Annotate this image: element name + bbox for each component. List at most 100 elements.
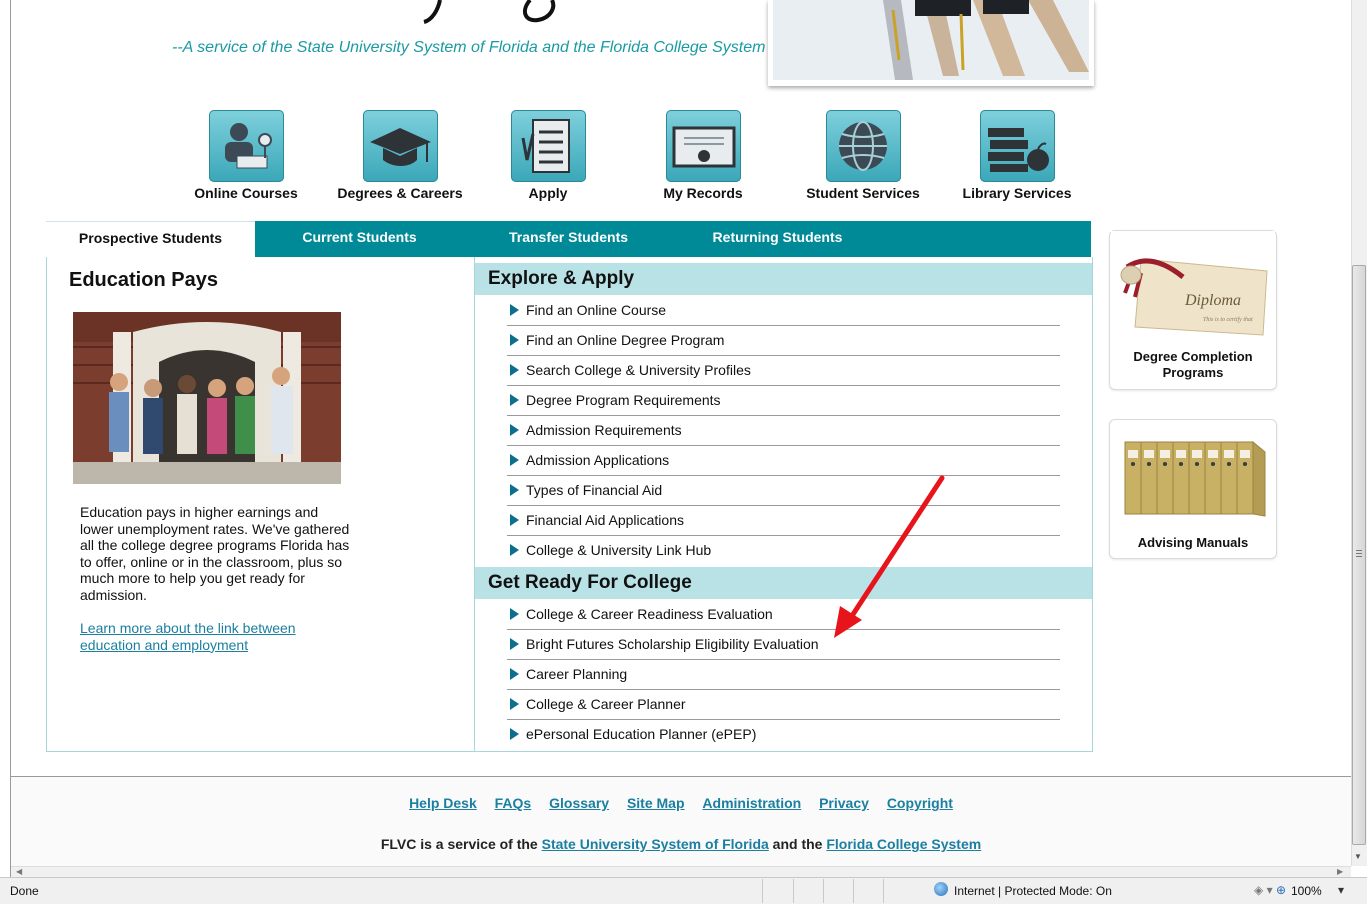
link-text: Types of Financial Aid <box>526 482 663 498</box>
link-text: Admission Applications <box>526 452 670 468</box>
triangle-bullet-icon <box>510 728 519 740</box>
security-zone-text: Internet | Protected Mode: On <box>954 884 1112 898</box>
nav-apply[interactable]: Apply <box>478 110 618 201</box>
internet-globe-icon <box>934 882 948 896</box>
suf-link[interactable]: State University System of Florida <box>542 836 769 852</box>
get-ready-heading: Get Ready For College <box>475 567 1092 599</box>
link-text: Degree Program Requirements <box>526 392 721 408</box>
advising-manuals-card[interactable]: Advising Manuals <box>1109 419 1277 559</box>
link-text: Admission Requirements <box>526 422 682 438</box>
nav-online-courses[interactable]: Online Courses <box>176 110 316 201</box>
tab-panel: Education Pays Education pays in higher … <box>46 257 1093 752</box>
link-text: Search College & University Profiles <box>526 362 751 378</box>
browser-status-bar: Done Internet | Protected Mode: On ◈ ▾ ⊕… <box>0 877 1367 904</box>
triangle-bullet-icon <box>510 484 519 496</box>
books-apple-icon <box>979 110 1055 182</box>
site-logo-fragment <box>423 0 556 24</box>
status-panes <box>762 879 933 903</box>
link-bright-futures[interactable]: Bright Futures Scholarship Eligibility E… <box>507 630 1060 660</box>
triangle-bullet-icon <box>510 668 519 680</box>
footer-links: Help Desk FAQs Glossary Site Map Adminis… <box>11 795 1351 811</box>
nav-label: Online Courses <box>194 185 298 201</box>
education-employment-link[interactable]: Learn more about the link between educat… <box>80 620 350 653</box>
nav-label: My Records <box>663 185 743 201</box>
zoom-level[interactable]: 100% <box>1291 884 1322 898</box>
zoom-dropdown-icon[interactable]: ▾ <box>1338 883 1344 897</box>
protected-mode-icon[interactable]: ◈ ▾ <box>1254 883 1273 897</box>
site-tagline: --A service of the State University Syst… <box>172 39 766 56</box>
link-text: College & Career Planner <box>526 696 686 712</box>
nav-label: Student Services <box>806 185 920 201</box>
footer-link-faqs[interactable]: FAQs <box>495 795 532 811</box>
fcs-link[interactable]: Florida College System <box>826 836 981 852</box>
window-frame-left <box>10 0 11 877</box>
footer-link-site-map[interactable]: Site Map <box>627 795 685 811</box>
link-epep[interactable]: ePersonal Education Planner (ePEP) <box>507 720 1060 749</box>
link-text: Find an Online Course <box>526 302 667 318</box>
triangle-bullet-icon <box>510 334 519 346</box>
nav-library-services[interactable]: Library Services <box>947 110 1087 201</box>
link-admission-requirements[interactable]: Admission Requirements <box>507 416 1060 446</box>
graduates-photo-art <box>773 0 1089 80</box>
vertical-scrollbar-thumb[interactable] <box>1352 265 1366 845</box>
triangle-bullet-icon <box>510 608 519 620</box>
link-find-online-degree[interactable]: Find an Online Degree Program <box>507 326 1060 356</box>
zoom-icon: ⊕ <box>1276 883 1287 897</box>
triangle-bullet-icon <box>510 544 519 556</box>
link-search-profiles[interactable]: Search College & University Profiles <box>507 356 1060 386</box>
tab-returning-students[interactable]: Returning Students <box>673 221 882 257</box>
nav-degrees-careers[interactable]: Degrees & Careers <box>330 110 470 201</box>
globe-icon <box>825 110 901 182</box>
degree-completion-card[interactable]: Diploma This is to certify that Degree C… <box>1109 230 1277 390</box>
status-text: Done <box>10 884 39 898</box>
link-degree-requirements[interactable]: Degree Program Requirements <box>507 386 1060 416</box>
degree-completion-label: Degree Completion Programs <box>1133 349 1253 380</box>
triangle-bullet-icon <box>510 304 519 316</box>
link-text: ePersonal Education Planner (ePEP) <box>526 726 757 742</box>
link-text: College & University Link Hub <box>526 542 712 558</box>
binders-icon <box>1124 440 1266 517</box>
footer: Help Desk FAQs Glossary Site Map Adminis… <box>11 776 1351 878</box>
triangle-bullet-icon <box>510 514 519 526</box>
service-prefix: FLVC is a service of the <box>380 836 542 852</box>
graduates-photo <box>768 0 1094 86</box>
graduation-cap-icon <box>362 110 438 182</box>
link-text: Bright Futures Scholarship Eligibility E… <box>526 636 819 652</box>
footer-link-privacy[interactable]: Privacy <box>819 795 869 811</box>
link-college-career-planner[interactable]: College & Career Planner <box>507 690 1060 720</box>
link-text: College & Career Readiness Evaluation <box>526 606 773 622</box>
service-middle: and the <box>768 836 827 852</box>
nav-student-services[interactable]: Student Services <box>793 110 933 201</box>
footer-link-administration[interactable]: Administration <box>702 795 801 811</box>
triangle-bullet-icon <box>510 698 519 710</box>
scroll-left-arrow-icon[interactable]: ◀ <box>16 867 22 876</box>
nav-my-records[interactable]: My Records <box>633 110 773 201</box>
nav-label: Library Services <box>962 185 1072 201</box>
diploma-icon: Diploma This is to certify that <box>1111 231 1275 343</box>
tab-current-students[interactable]: Current Students <box>255 221 464 257</box>
footer-link-copyright[interactable]: Copyright <box>887 795 953 811</box>
education-pays-body: Education pays in higher earnings and lo… <box>80 504 350 603</box>
link-types-financial-aid[interactable]: Types of Financial Aid <box>507 476 1060 506</box>
link-link-hub[interactable]: College & University Link Hub <box>507 536 1060 565</box>
advising-manuals-label: Advising Manuals <box>1137 535 1249 550</box>
footer-link-help-desk[interactable]: Help Desk <box>409 795 477 811</box>
link-text: Find an Online Degree Program <box>526 332 725 348</box>
nav-label: Degrees & Careers <box>337 185 463 201</box>
diploma-image-text: Diploma <box>1184 292 1241 309</box>
tab-transfer-students[interactable]: Transfer Students <box>464 221 673 257</box>
scroll-down-arrow-icon[interactable]: ▼ <box>1354 852 1362 861</box>
link-financial-aid-applications[interactable]: Financial Aid Applications <box>507 506 1060 536</box>
link-career-planning[interactable]: Career Planning <box>507 660 1060 690</box>
scroll-right-arrow-icon[interactable]: ▶ <box>1337 867 1343 876</box>
explore-apply-heading: Explore & Apply <box>475 263 1092 295</box>
link-admission-applications[interactable]: Admission Applications <box>507 446 1060 476</box>
link-find-online-course[interactable]: Find an Online Course <box>507 296 1060 326</box>
footer-link-glossary[interactable]: Glossary <box>549 795 609 811</box>
students-photo <box>73 312 341 484</box>
triangle-bullet-icon <box>510 364 519 376</box>
link-readiness-evaluation[interactable]: College & Career Readiness Evaluation <box>507 600 1060 630</box>
triangle-bullet-icon <box>510 454 519 466</box>
tab-prospective-students[interactable]: Prospective Students <box>46 221 255 258</box>
triangle-bullet-icon <box>510 638 519 650</box>
